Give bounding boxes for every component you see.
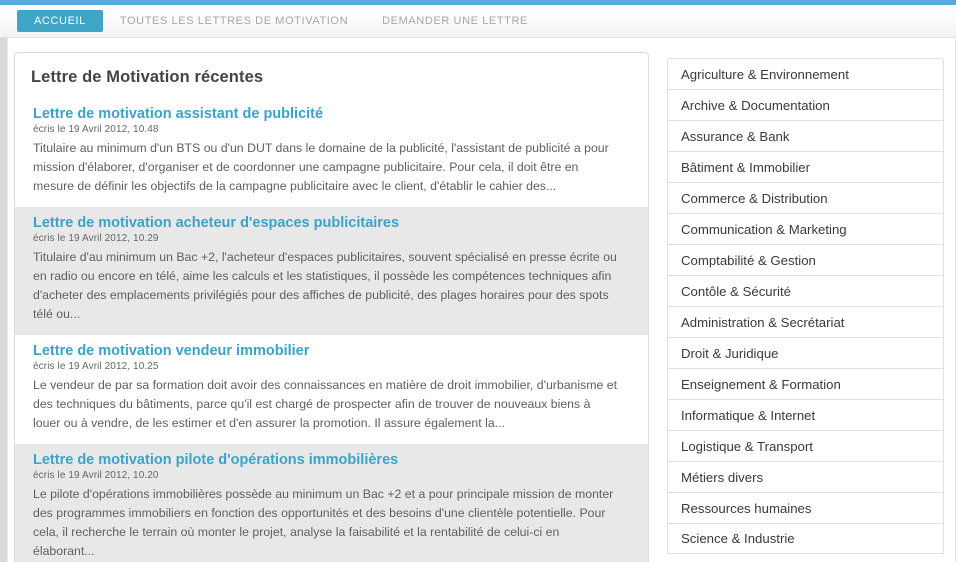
nav-item-2[interactable]: DEMANDER UNE LETTRE bbox=[365, 10, 545, 32]
article-date: écris le 19 Avril 2012, 10.25 bbox=[33, 361, 159, 372]
article-excerpt: Titulaire d'au minimum un Bac +2, l'ache… bbox=[33, 250, 617, 321]
sidebar-category-item[interactable]: Assurance & Bank bbox=[667, 120, 944, 151]
sidebar-category-item[interactable]: Enseignement & Formation bbox=[667, 368, 944, 399]
sidebar-category-item[interactable]: Ressources humaines bbox=[667, 492, 944, 523]
sidebar-category-item[interactable]: Comptabilité & Gestion bbox=[667, 244, 944, 275]
article-title-link[interactable]: Lettre de motivation acheteur d'espaces … bbox=[33, 214, 630, 232]
sidebar-category-item[interactable]: Science & Industrie bbox=[667, 523, 944, 554]
category-sidebar: Agriculture & Environnement Archive & Doc… bbox=[667, 58, 944, 554]
article-date: écris le 19 Avril 2012, 10.29 bbox=[33, 233, 159, 244]
article-item: Lettre de motivation assistant de public… bbox=[15, 98, 648, 207]
article-title-link[interactable]: Lettre de motivation assistant de public… bbox=[33, 105, 630, 123]
page-left-edge-inner bbox=[7, 38, 8, 562]
sidebar-category-item[interactable]: Commerce & Distribution bbox=[667, 182, 944, 213]
sidebar-category-item[interactable]: Métiers divers bbox=[667, 461, 944, 492]
article-item: Lettre de motivation acheteur d'espaces … bbox=[15, 207, 648, 335]
sidebar-category-item[interactable]: Droit & Juridique bbox=[667, 337, 944, 368]
article-title-link[interactable]: Lettre de motivation pilote d'opérations… bbox=[33, 451, 630, 469]
nav-list: ACCUEIL TOUTES LES LETTRES DE MOTIVATION D… bbox=[0, 5, 956, 37]
recent-letters-panel: Lettre de Motivation récentes Lettre de … bbox=[14, 52, 649, 562]
main-navigation: ACCUEIL TOUTES LES LETTRES DE MOTIVATION D… bbox=[0, 5, 956, 38]
article-title-link[interactable]: Lettre de motivation vendeur immobilier bbox=[33, 342, 630, 360]
sidebar-category-item[interactable]: Bâtiment & Immobilier bbox=[667, 151, 944, 182]
sidebar-category-item[interactable]: Agriculture & Environnement bbox=[667, 58, 944, 89]
article-excerpt: Titulaire au minimum d'un BTS ou d'un DU… bbox=[33, 141, 609, 193]
sidebar-category-item[interactable]: Informatique & Internet bbox=[667, 399, 944, 430]
sidebar-category-item[interactable]: Contôle & Sécurité bbox=[667, 275, 944, 306]
article-item: Lettre de motivation vendeur immobilier é… bbox=[15, 335, 648, 444]
article-item: Lettre de motivation pilote d'opérations… bbox=[15, 444, 648, 562]
sidebar-category-item[interactable]: Administration & Secrétariat bbox=[667, 306, 944, 337]
article-excerpt: Le vendeur de par sa formation doit avoi… bbox=[33, 378, 618, 430]
sidebar-category-item[interactable]: Logistique & Transport bbox=[667, 430, 944, 461]
page-title: Lettre de Motivation récentes bbox=[31, 68, 264, 86]
page-left-edge bbox=[0, 38, 7, 562]
article-date: écris le 19 Avril 2012, 10.48 bbox=[33, 124, 159, 135]
article-date: écris le 19 Avril 2012, 10.20 bbox=[33, 470, 159, 481]
sidebar-category-item[interactable]: Archive & Documentation bbox=[667, 89, 944, 120]
sidebar-category-item[interactable]: Communication & Marketing bbox=[667, 213, 944, 244]
nav-item-1[interactable]: TOUTES LES LETTRES DE MOTIVATION bbox=[103, 10, 365, 32]
article-list: Lettre de motivation assistant de public… bbox=[15, 98, 648, 562]
article-excerpt: Le pilote d'opérations immobilières poss… bbox=[33, 487, 614, 558]
nav-item-0[interactable]: ACCUEIL bbox=[17, 10, 103, 32]
